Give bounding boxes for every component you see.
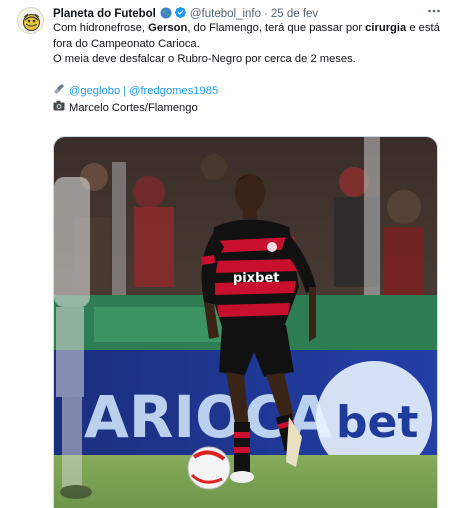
tweet-text: Com hidronefrose, Gerson, do Flamengo, t… xyxy=(53,21,443,117)
tweet-paragraph-1: Com hidronefrose, Gerson, do Flamengo, t… xyxy=(53,21,443,52)
handle[interactable]: @futebol_info xyxy=(190,8,261,20)
photo-credit: Marcelo Cortes/Flamengo xyxy=(53,100,443,117)
bold-player-name: Gerson xyxy=(148,22,188,34)
source-links: @geglobo | @fredgomes1985 xyxy=(53,83,443,101)
bold-surgery: cirurgia xyxy=(365,22,407,34)
tweet-card[interactable]: Planeta do Futebol @futebol_info · 25 de… xyxy=(0,0,459,508)
tweet-photo[interactable]: ARIOCA bet pixbet xyxy=(53,136,438,508)
mention-fredgomes1985[interactable]: @fredgomes1985 xyxy=(129,84,218,100)
jersey-sponsor: pixbet xyxy=(233,271,279,286)
photo-credit-text: Marcelo Cortes/Flamengo xyxy=(69,101,198,114)
link-icon xyxy=(53,83,65,101)
camera-icon xyxy=(53,100,65,117)
football xyxy=(187,446,231,490)
text-segment: Com hidronefrose, xyxy=(53,22,149,34)
text-segment: , do Flamengo, terá que passar por xyxy=(187,22,366,34)
tweet-paragraph-2: O meia deve desfalcar o Rubro-Negro por … xyxy=(53,53,356,65)
mention-geglobo[interactable]: @geglobo xyxy=(69,84,120,100)
more-options-icon[interactable] xyxy=(427,4,441,21)
timestamp[interactable]: 25 de fev xyxy=(271,8,318,20)
display-name[interactable]: Planeta do Futebol xyxy=(53,8,156,20)
avatar[interactable] xyxy=(17,7,44,34)
banner-brand: bet xyxy=(336,397,418,448)
separator-dot: · xyxy=(264,8,268,20)
globe-icon xyxy=(160,7,172,22)
verified-badge-icon xyxy=(174,6,187,22)
link-separator: | xyxy=(123,84,127,97)
